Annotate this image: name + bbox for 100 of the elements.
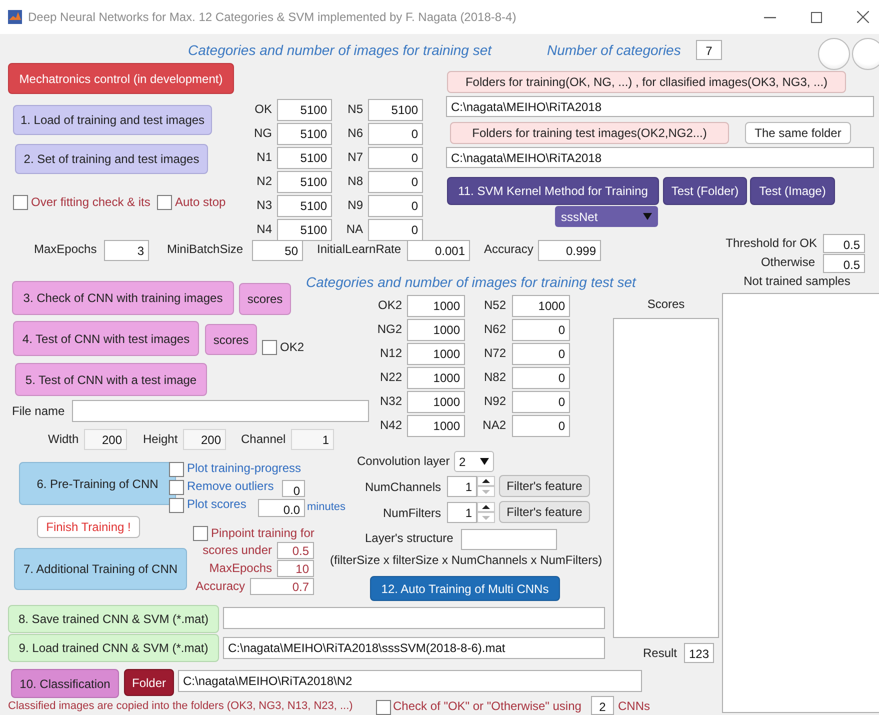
svm-button[interactable]: Test (Image) <box>750 177 835 205</box>
input-field[interactable]: 0 <box>368 171 423 193</box>
checkbox[interactable] <box>169 480 184 495</box>
checkbox[interactable] <box>193 526 208 541</box>
classification-button[interactable]: 10. Classification <box>11 669 119 698</box>
input-field[interactable]: 0.5 <box>823 234 865 253</box>
input-field[interactable]: 1000 <box>407 391 465 413</box>
input-field[interactable]: 0 <box>368 147 423 169</box>
auto-training-button[interactable]: 12. Auto Training of Multi CNNs <box>370 576 560 601</box>
input-field[interactable]: 1 <box>291 429 334 450</box>
same-folder-button[interactable]: The same folder <box>745 122 851 144</box>
field-label: Number of categories <box>547 42 681 58</box>
scores-button[interactable]: scores <box>205 324 257 355</box>
folder-button[interactable]: Folder <box>124 669 174 696</box>
input-field[interactable]: 5100 <box>277 195 332 217</box>
input-field[interactable]: 0 <box>368 123 423 145</box>
input-field[interactable]: 200 <box>84 429 127 450</box>
input-field[interactable]: 3 <box>104 240 149 261</box>
footer-note: Classified images are copied into the folders (OK3, NG3, N13, N23, ...) <box>8 700 353 712</box>
unit-label: minutes <box>307 501 346 513</box>
input-field[interactable]: 200 <box>183 429 226 450</box>
input-field[interactable]: 0.5 <box>823 254 865 273</box>
check-cnn-button[interactable]: 3. Check of CNN with training images <box>12 281 234 315</box>
input-field[interactable]: 0 <box>282 480 305 497</box>
spinner-up-button[interactable] <box>477 476 495 486</box>
network-dropdown[interactable]: sssNet <box>555 206 658 227</box>
input-field[interactable]: 0 <box>512 319 570 341</box>
input-field[interactable]: C:\nagata\MEIHO\RiTA2018 <box>446 147 874 168</box>
input-field[interactable]: 0.0 <box>258 499 305 517</box>
category-label: N3 <box>256 198 272 212</box>
checkbox[interactable] <box>169 498 184 513</box>
input-field[interactable]: 10 <box>277 560 314 577</box>
input-field[interactable] <box>223 607 605 629</box>
maximize-icon[interactable] <box>811 12 822 23</box>
load-images-button[interactable]: 1. Load of training and test images <box>13 105 212 135</box>
field-label: Result <box>643 646 678 660</box>
input-field[interactable]: 50 <box>252 240 303 261</box>
test-cnn-button[interactable]: 4. Test of CNN with test images <box>13 321 199 356</box>
input-field[interactable]: 1000 <box>407 295 465 317</box>
input-field[interactable]: 0.7 <box>250 578 314 595</box>
input-field[interactable]: 123 <box>684 643 714 663</box>
input-field[interactable]: 1000 <box>407 367 465 389</box>
finish-training-button[interactable]: Finish Training ! <box>37 516 140 538</box>
input-field[interactable]: 1000 <box>407 415 465 437</box>
input-field[interactable]: 1000 <box>407 319 465 341</box>
input-field[interactable]: 7 <box>696 40 722 60</box>
input-field[interactable]: 0 <box>512 343 570 365</box>
scores-list[interactable] <box>613 318 719 638</box>
input-field[interactable]: 5100 <box>368 99 423 121</box>
input-field[interactable]: 1000 <box>512 295 570 317</box>
load-button[interactable]: 9. Load trained CNN & SVM (*.mat) <box>8 634 219 662</box>
input-field[interactable]: 1 <box>447 502 477 523</box>
input-field[interactable]: 1000 <box>407 343 465 365</box>
filter-feature-button[interactable]: Filter's feature <box>499 501 590 523</box>
scores-button[interactable]: scores <box>239 283 291 315</box>
input-field[interactable]: C:\nagata\MEIHO\RiTA2018\sssSVM(2018-8-6).mat <box>223 637 605 659</box>
category-label: N8 <box>346 174 363 188</box>
checkbox[interactable] <box>376 700 391 715</box>
checkbox-label: Check of "OK" or "Otherwise" using <box>393 699 582 713</box>
mechatronics-button[interactable]: Mechatronics control (in development) <box>8 63 234 94</box>
field-label: InitialLearnRate <box>317 242 402 256</box>
input-field[interactable] <box>461 529 557 550</box>
pretraining-button[interactable]: 6. Pre-Training of CNN <box>19 462 176 505</box>
checkbox[interactable] <box>157 195 172 210</box>
input-field[interactable]: 2 <box>591 696 614 715</box>
unit-label: CNNs <box>618 699 650 713</box>
input-field[interactable] <box>72 400 369 422</box>
close-icon[interactable] <box>857 11 869 23</box>
training-folder-button[interactable]: Folders for training(OK, NG, ...) , for cllasified images(OK3, NG3, ...) <box>447 71 846 93</box>
checkbox[interactable] <box>262 340 277 355</box>
input-field[interactable]: 0.5 <box>277 542 314 559</box>
input-field[interactable]: 5100 <box>277 171 332 193</box>
minimize-icon[interactable] <box>764 17 776 19</box>
additional-training-button[interactable]: 7. Additional Training of CNN <box>14 548 187 590</box>
input-field[interactable]: C:\nagata\MEIHO\RiTA2018 <box>446 96 874 117</box>
input-field[interactable]: 0 <box>512 367 570 389</box>
svm-button[interactable]: 11. SVM Kernel Method for Training <box>447 177 659 205</box>
input-field[interactable]: 0.999 <box>538 240 601 261</box>
single-test-button[interactable]: 5. Test of CNN with a test image <box>15 363 207 396</box>
input-field[interactable]: 5100 <box>277 123 332 145</box>
input-field[interactable]: 0 <box>512 415 570 437</box>
checkbox[interactable] <box>169 462 184 477</box>
input-field[interactable]: 0.001 <box>407 240 470 261</box>
category-label: NG <box>253 126 272 140</box>
input-field[interactable]: C:\nagata\MEIHO\RiTA2018\N2 <box>178 670 642 692</box>
input-field[interactable]: 0 <box>368 195 423 217</box>
input-field[interactable]: 5100 <box>277 99 332 121</box>
input-field[interactable]: 0 <box>368 219 423 241</box>
filter-feature-button[interactable]: Filter's feature <box>499 475 590 497</box>
layer-dropdown[interactable]: 2 <box>454 451 494 472</box>
input-field[interactable]: 5100 <box>277 147 332 169</box>
set-images-button[interactable]: 2. Set of training and test images <box>15 144 208 174</box>
test-folder-button[interactable]: Folders for training test images(OK2,NG2...) <box>450 122 729 144</box>
checkbox[interactable] <box>13 195 28 210</box>
input-field[interactable]: 5100 <box>277 219 332 241</box>
svm-button[interactable]: Test (Folder) <box>663 177 747 205</box>
input-field[interactable]: 0 <box>512 391 570 413</box>
save-button[interactable]: 8. Save trained CNN & SVM (*.mat) <box>8 605 219 633</box>
input-field[interactable]: 1 <box>447 476 477 497</box>
spinner-up-button[interactable] <box>477 502 495 512</box>
